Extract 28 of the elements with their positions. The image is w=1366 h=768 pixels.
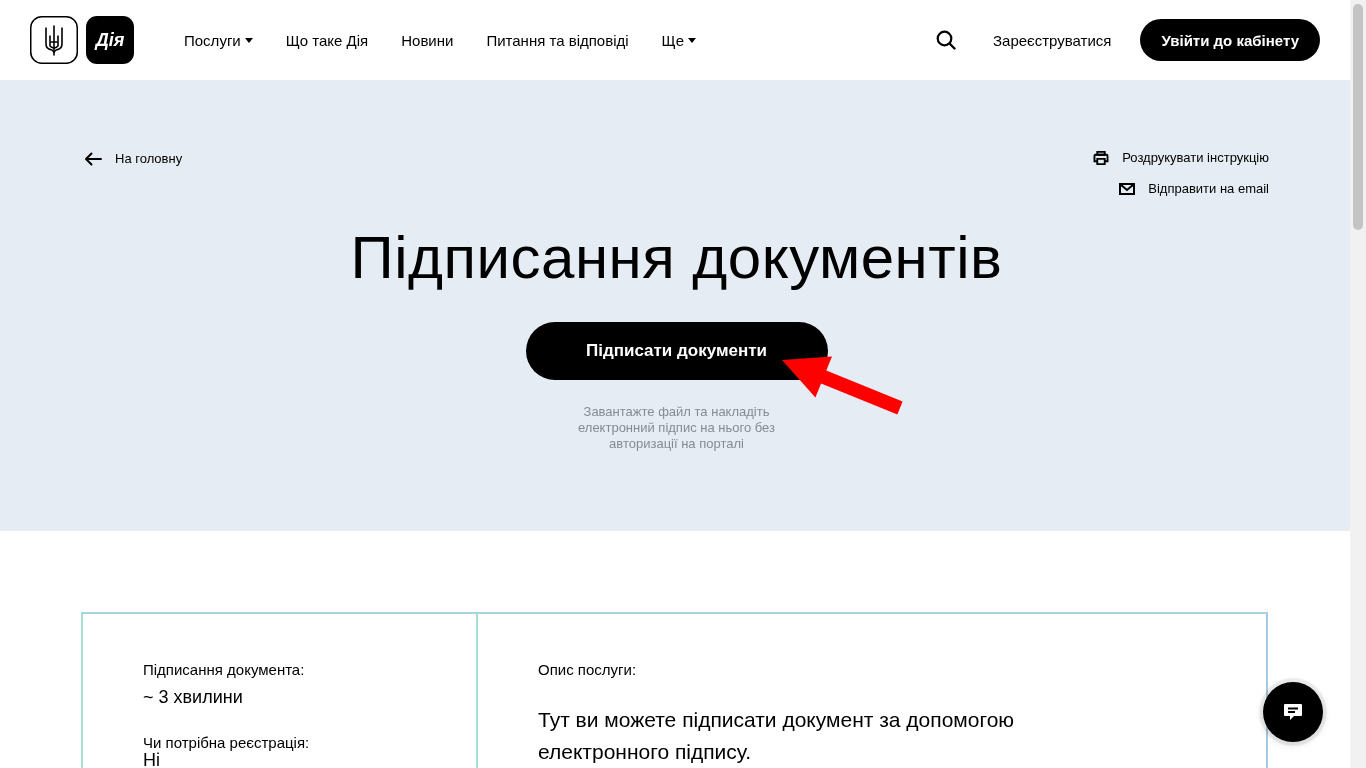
nav-link[interactable]: Що таке Дія xyxy=(285,31,369,49)
printer-icon xyxy=(1093,151,1110,165)
scrollbar-thumb[interactable] xyxy=(1353,4,1363,230)
nav-link[interactable]: Ще xyxy=(661,31,696,49)
email-link[interactable]: Відправити на email xyxy=(1119,179,1269,199)
envelope-icon xyxy=(1119,182,1136,196)
description-text: Тут ви можете підписати документ за допомогою електронного підпису. xyxy=(538,707,1016,765)
back-arrow-icon xyxy=(84,152,102,166)
login-button[interactable]: Увійти до кабінету xyxy=(1140,19,1320,61)
button-caption: Завантажте файл та накладіть електронний підпис на нього без авторизації на порталі xyxy=(577,404,776,452)
search-icon[interactable] xyxy=(936,30,956,50)
nav-link[interactable]: Послуги xyxy=(184,31,253,49)
back-link[interactable]: На головну xyxy=(84,149,183,169)
register-link[interactable]: Зареєструватися xyxy=(993,31,1112,49)
app-logo[interactable]: Дія xyxy=(86,16,134,64)
page-title: Підписання документів xyxy=(350,223,1003,293)
fact-label: Чи потрібна реєстрація: xyxy=(143,734,311,752)
fact-value: Ні xyxy=(143,752,161,768)
print-link[interactable]: Роздрукувати інструкцію xyxy=(1093,148,1269,168)
description-label: Опис послуги: xyxy=(538,661,638,679)
fact-value: ~ 3 хвилини xyxy=(143,686,244,708)
fact-label: Підписання документа: xyxy=(143,661,306,679)
nav-link[interactable]: Новини xyxy=(401,31,454,49)
nav-link[interactable]: Питання та відповіді xyxy=(486,31,629,49)
chat-button[interactable] xyxy=(1263,682,1323,742)
trident-icon[interactable] xyxy=(30,16,78,64)
chat-icon xyxy=(1283,703,1303,721)
sign-documents-button[interactable]: Підписати документи xyxy=(525,322,828,380)
